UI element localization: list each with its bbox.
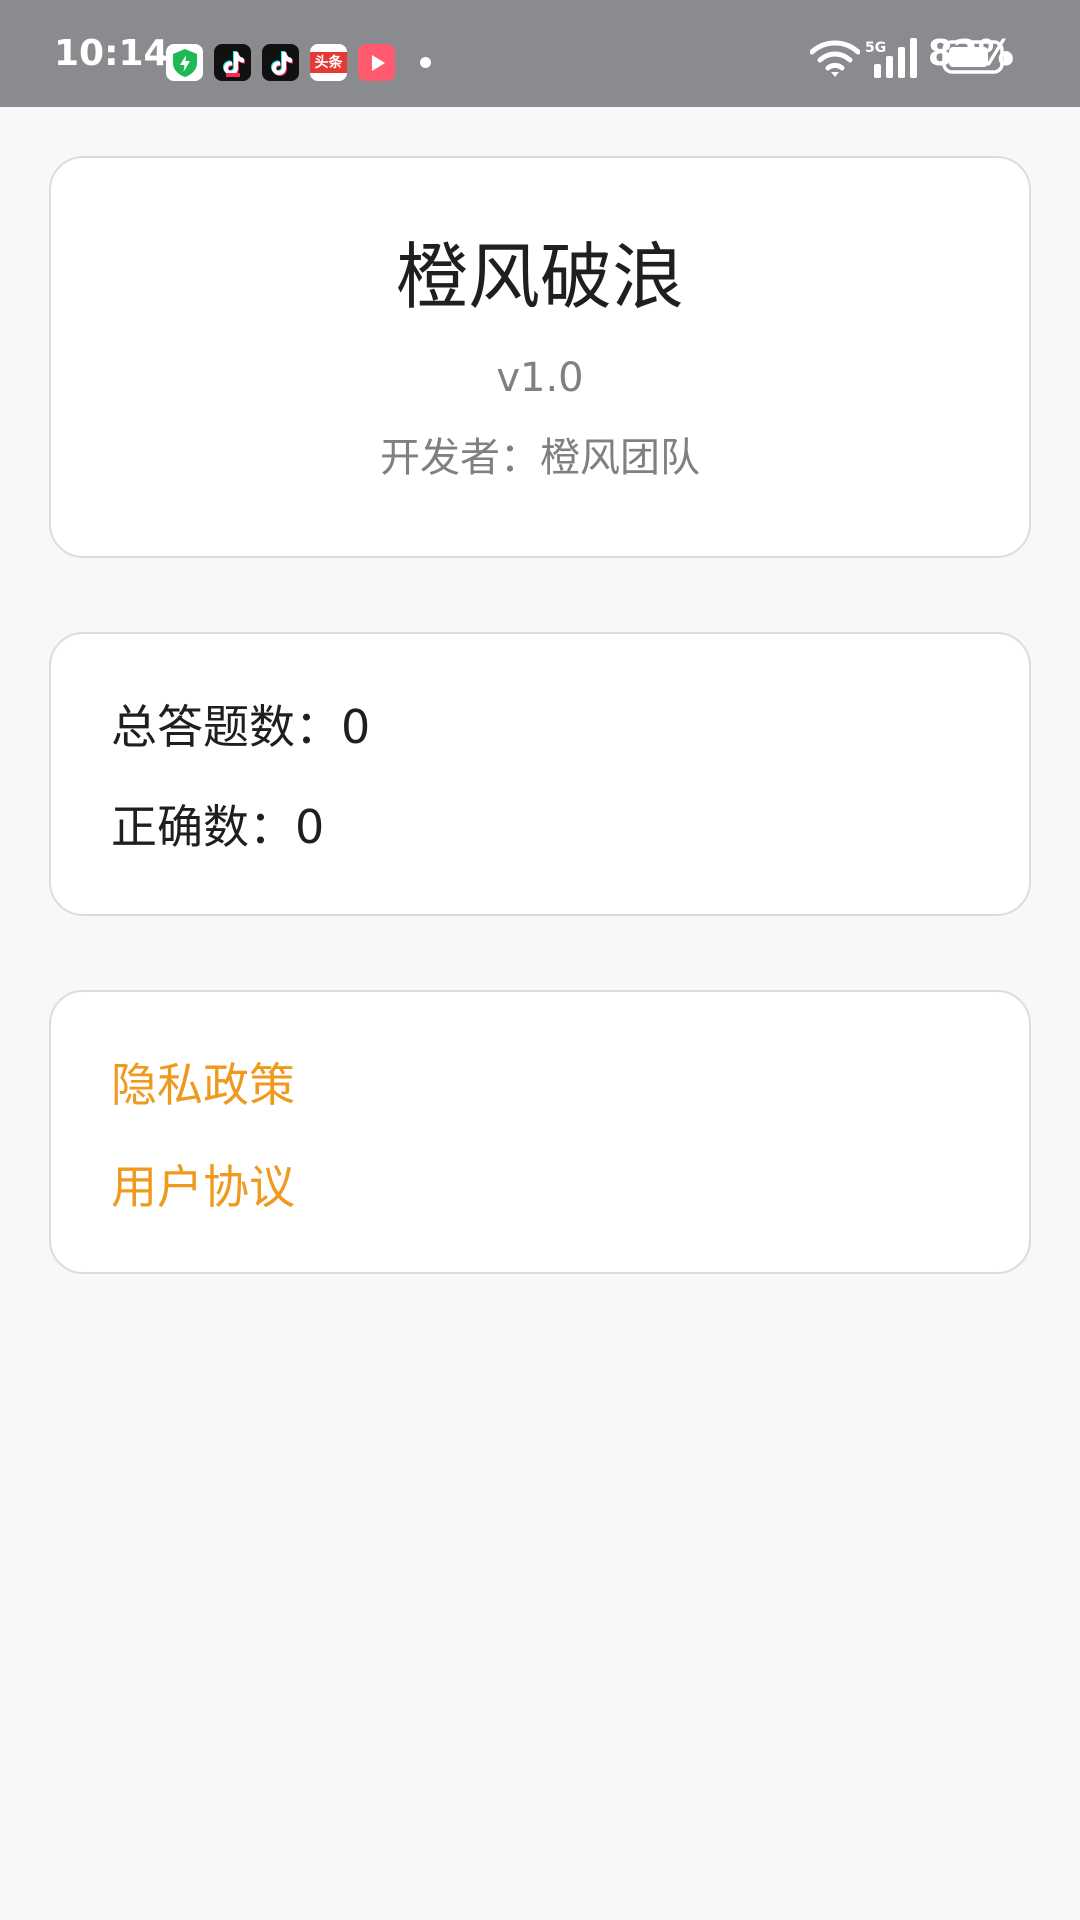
correct-answers-value: 0 <box>295 800 325 854</box>
more-notifications-dot <box>420 57 431 68</box>
total-answers-value: 0 <box>341 700 371 754</box>
correct-answers-row: 正确数：0 <box>111 804 324 850</box>
wifi-icon <box>810 40 860 77</box>
app-developer: 开发者：橙风团队 <box>380 435 700 481</box>
correct-answers-label: 正确数： <box>111 800 295 854</box>
privacy-policy-link[interactable]: 隐私政策 <box>111 1062 295 1108</box>
signal-strength-icon <box>874 38 917 78</box>
security-shield-icon <box>166 44 203 81</box>
notification-icons: 头条 <box>166 44 431 81</box>
total-answers-label: 总答题数： <box>111 700 341 754</box>
app-version: v1.0 <box>496 355 584 401</box>
app-info-card: 橙风破浪 v1.0 开发者：橙风团队 <box>49 156 1031 558</box>
tiktok-lite-icon <box>214 44 251 81</box>
battery-percent: 82% <box>927 33 1014 74</box>
status-indicators: 5G 82% <box>680 30 1080 80</box>
total-answers-row: 总答题数：0 <box>111 704 370 750</box>
status-bar: 10:14 头条 5G 82% <box>0 0 1080 107</box>
tiktok-icon <box>262 44 299 81</box>
status-time: 10:14 <box>54 33 169 74</box>
stats-card: 总答题数：0 正确数：0 <box>49 632 1031 916</box>
user-agreement-link[interactable]: 用户协议 <box>111 1164 295 1210</box>
toutiao-icon: 头条 <box>310 44 347 81</box>
video-player-icon <box>358 44 395 81</box>
toutiao-label: 头条 <box>314 54 343 71</box>
links-card: 隐私政策 用户协议 <box>49 990 1031 1274</box>
app-name: 橙风破浪 <box>395 235 684 319</box>
